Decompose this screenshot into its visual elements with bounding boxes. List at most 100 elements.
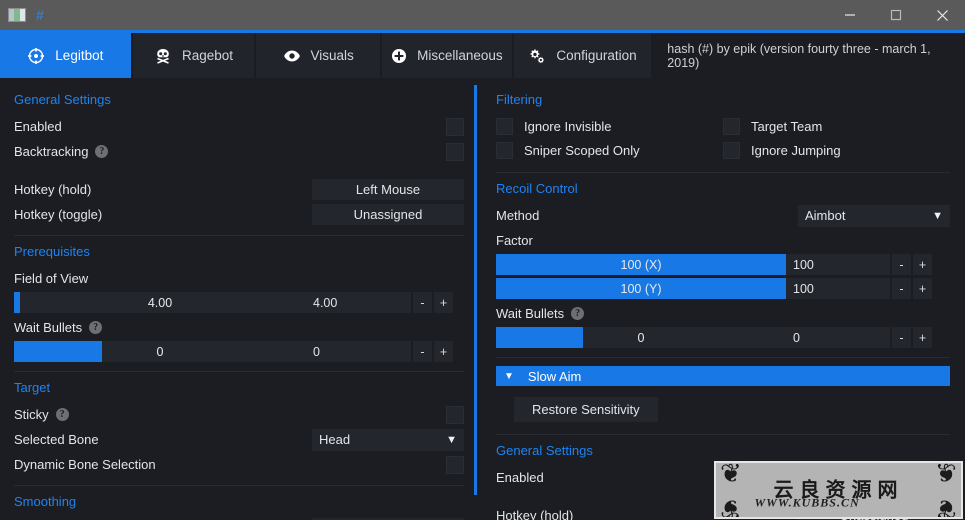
wait-bullets-increment-button[interactable]: + — [434, 341, 453, 362]
ornament-icon: ❦ — [720, 493, 742, 519]
divider — [14, 235, 464, 236]
restore-sensitivity-button[interactable]: Restore Sensitivity — [514, 397, 658, 422]
tab-ragebot-label: Ragebot — [181, 48, 234, 63]
selected-bone-dropdown[interactable]: Head ▼ — [312, 428, 464, 451]
hotkey-hold-field[interactable]: Left Mouse — [312, 179, 464, 200]
help-icon[interactable]: ? — [89, 321, 103, 334]
target-team-label: Target Team — [751, 119, 823, 134]
row-hotkey-hold-left: Hotkey (hold) Left Mouse — [14, 178, 464, 201]
enabled-checkbox[interactable] — [446, 117, 464, 136]
row-backtracking: Backtracking ? — [14, 140, 464, 163]
recoil-y-increment-button[interactable]: + — [913, 278, 932, 299]
filter-sniper-scoped-only[interactable]: Sniper Scoped Only — [496, 139, 723, 162]
recoil-method-dropdown[interactable]: Aimbot ▼ — [798, 204, 950, 227]
sticky-checkbox[interactable] — [446, 405, 464, 424]
wait-bullets-slider-value: 0 — [156, 344, 164, 359]
help-icon[interactable]: ? — [55, 408, 69, 421]
recoil-y-slider-row: 100 (Y) 100 - + — [496, 278, 950, 299]
left-panel: General Settings Enabled Backtracking ? … — [0, 78, 482, 520]
tab-configuration-label: Configuration — [556, 48, 637, 63]
recoil-y-decrement-button[interactable]: - — [892, 278, 911, 299]
filter-ignore-jumping[interactable]: Ignore Jumping — [723, 139, 950, 162]
section-filtering: Filtering — [496, 92, 543, 107]
maximize-icon[interactable] — [873, 0, 919, 30]
recoil-x-slider[interactable]: 100 (X) — [496, 254, 786, 275]
fov-decrement-button[interactable]: - — [413, 292, 432, 313]
backtracking-checkbox[interactable] — [446, 142, 464, 161]
skull-icon — [154, 47, 172, 65]
wait-bullets-label: Wait Bullets — [496, 306, 565, 321]
ignore-invisible-checkbox[interactable] — [496, 118, 513, 135]
tab-bar: Legitbot Ragebot Visuals Miscellaneous C… — [0, 33, 965, 78]
tab-ragebot[interactable]: Ragebot — [132, 33, 255, 78]
row-wait-bullets-label-left: Wait Bullets ? — [14, 316, 464, 339]
sniper-scoped-only-label: Sniper Scoped Only — [524, 143, 640, 158]
recoil-method-value: Aimbot — [805, 208, 846, 223]
window-controls — [827, 0, 965, 30]
filter-ignore-invisible[interactable]: Ignore Invisible — [496, 115, 723, 138]
dynamic-bone-label: Dynamic Bone Selection — [14, 457, 156, 472]
row-recoil-method: Method Aimbot ▼ — [496, 204, 950, 227]
fov-input[interactable]: 4.00 — [306, 292, 411, 313]
tab-legitbot[interactable]: Legitbot — [0, 33, 131, 78]
filtering-checkbox-grid: Ignore Invisible Sniper Scoped Only Targ… — [496, 115, 950, 163]
tab-visuals[interactable]: Visuals — [256, 33, 381, 78]
dynamic-bone-checkbox[interactable] — [446, 455, 464, 474]
help-icon[interactable]: ? — [571, 307, 585, 320]
slow-aim-collapsible-header[interactable]: ▼ Slow Aim — [496, 366, 950, 386]
wait-bullets-input[interactable]: 0 — [306, 341, 411, 362]
ignore-jumping-label: Ignore Jumping — [751, 143, 841, 158]
recoil-y-input[interactable]: 100 — [786, 278, 890, 299]
sticky-label: Sticky — [14, 407, 49, 422]
tab-miscellaneous[interactable]: Miscellaneous — [382, 33, 512, 78]
right-panel: Filtering Ignore Invisible Sniper Scoped… — [482, 78, 964, 520]
tab-configuration[interactable]: Configuration — [513, 33, 652, 78]
recoil-x-decrement-button[interactable]: - — [892, 254, 911, 275]
recoil-x-input[interactable]: 100 — [786, 254, 890, 275]
row-selected-bone: Selected Bone Head ▼ — [14, 428, 464, 451]
selected-bone-label: Selected Bone — [14, 432, 99, 447]
ignore-jumping-checkbox[interactable] — [723, 142, 740, 159]
wait-bullets-decrement-button[interactable]: - — [413, 341, 432, 362]
fov-slider-value: 4.00 — [147, 295, 173, 310]
filter-target-team[interactable]: Target Team — [723, 115, 950, 138]
wait-bullets-slider[interactable]: 0 — [14, 341, 306, 362]
wait-bullets-input-right[interactable]: 0 — [786, 327, 890, 348]
recoil-factor-label: Factor — [496, 233, 533, 248]
chevron-down-icon: ▼ — [446, 433, 457, 446]
recoil-y-slider[interactable]: 100 (Y) — [496, 278, 786, 299]
divider — [496, 172, 950, 173]
ornament-icon: ❦ — [935, 493, 957, 519]
recoil-x-slider-value: 100 (X) — [620, 257, 662, 272]
chevron-down-icon: ▼ — [932, 209, 943, 222]
recoil-method-label: Method — [496, 208, 540, 223]
eye-icon — [283, 47, 301, 65]
wait-bullets-decrement-button-right[interactable]: - — [892, 327, 911, 348]
fov-slider[interactable]: 4.00 — [14, 292, 306, 313]
wait-bullets-slider-value-right: 0 — [637, 330, 645, 345]
site-watermark: ❦ ❦ ❦ ❦ 云良资源网 WWW.KUBBS.CN — [714, 461, 963, 519]
filtering-column-right: Target Team Ignore Jumping — [723, 115, 950, 163]
target-team-checkbox[interactable] — [723, 118, 740, 135]
wait-bullets-label: Wait Bullets — [14, 320, 83, 335]
help-icon[interactable]: ? — [95, 145, 109, 158]
divider — [496, 434, 950, 435]
section-recoil-control: Recoil Control — [496, 181, 578, 196]
tab-visuals-label: Visuals — [310, 48, 354, 63]
fov-increment-button[interactable]: + — [434, 292, 453, 313]
minimize-icon[interactable] — [827, 0, 873, 30]
hotkey-toggle-label: Hotkey (toggle) — [14, 207, 103, 222]
section-target: Target — [14, 380, 51, 395]
recoil-x-slider-row: 100 (X) 100 - + — [496, 254, 950, 275]
recoil-x-increment-button[interactable]: + — [913, 254, 932, 275]
wait-bullets-slider-right[interactable]: 0 — [496, 327, 786, 348]
sniper-scoped-only-checkbox[interactable] — [496, 142, 513, 159]
close-icon[interactable] — [919, 0, 965, 30]
fov-slider-row: 4.00 4.00 - + — [14, 292, 464, 313]
section-prerequisites: Prerequisites — [14, 244, 90, 259]
hotkey-toggle-field[interactable]: Unassigned — [312, 204, 464, 225]
wait-bullets-increment-button-right[interactable]: + — [913, 327, 932, 348]
wait-bullets-slider-row-right: 0 0 - + — [496, 327, 950, 348]
left-scrollbar[interactable] — [474, 85, 477, 495]
divider — [14, 485, 464, 486]
